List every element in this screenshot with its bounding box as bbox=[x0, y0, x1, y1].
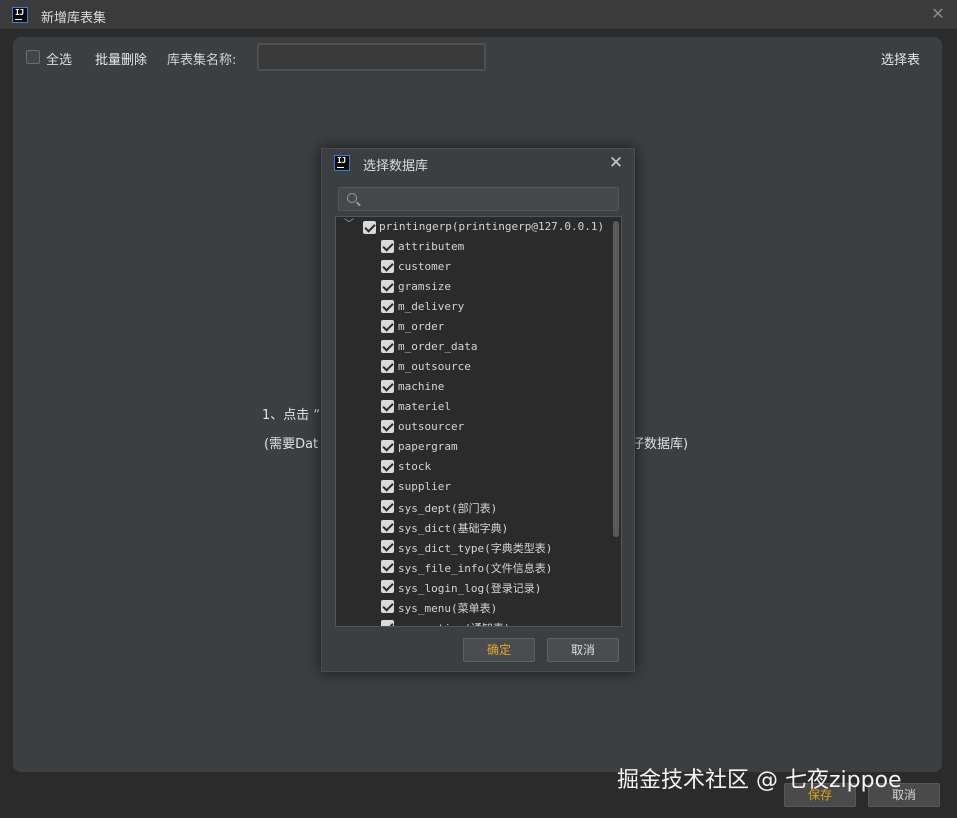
intellij-logo-icon bbox=[12, 7, 28, 23]
hint-line-2-right: 仔数据库) bbox=[631, 437, 689, 452]
table-list-item[interactable]: outsourcer bbox=[336, 417, 621, 437]
table-checkbox[interactable] bbox=[381, 540, 394, 553]
table-checkbox[interactable] bbox=[381, 420, 394, 433]
table-list: attributem customer gramsize m_delivery m_or… bbox=[336, 237, 621, 626]
watermark-text: 掘金技术社区 @ 七夜zippoe bbox=[617, 768, 902, 793]
table-list-item[interactable]: m_order_data bbox=[336, 337, 621, 357]
table-label: attributem bbox=[398, 240, 465, 253]
select-all-label[interactable]: 全选 bbox=[46, 49, 72, 68]
table-label: sys_dict_type(字典类型表) bbox=[398, 542, 553, 555]
table-list-item[interactable]: sys_file_info(文件信息表) bbox=[336, 557, 621, 577]
table-list-item[interactable]: machine bbox=[336, 377, 621, 397]
table-checkbox[interactable] bbox=[381, 460, 394, 473]
dialog-title: 选择数据库 bbox=[363, 159, 429, 174]
table-list-item[interactable]: customer bbox=[336, 257, 621, 277]
window-close-icon[interactable]: ✕ bbox=[929, 5, 947, 23]
table-label: supplier bbox=[398, 480, 451, 493]
tree-scrollbar[interactable] bbox=[613, 221, 619, 537]
table-label: m_delivery bbox=[398, 300, 465, 313]
table-label: m_order_data bbox=[398, 340, 478, 353]
table-list-item[interactable]: sys_dict_type(字典类型表) bbox=[336, 537, 621, 557]
table-checkbox[interactable] bbox=[381, 500, 394, 513]
tree-root-node[interactable]: ﹀ printingerp(printingerp@127.0.0.1) bbox=[336, 217, 621, 237]
table-checkbox[interactable] bbox=[381, 520, 394, 533]
table-label: sys_notice(通知表) bbox=[398, 620, 510, 626]
table-checkbox[interactable] bbox=[381, 620, 394, 626]
table-label: sys_login_log(登录记录) bbox=[398, 582, 542, 595]
table-list-item[interactable]: supplier bbox=[336, 477, 621, 497]
table-checkbox[interactable] bbox=[381, 560, 394, 573]
dialog-close-icon[interactable]: ✕ bbox=[606, 153, 626, 173]
table-checkbox[interactable] bbox=[381, 480, 394, 493]
table-checkbox[interactable] bbox=[381, 300, 394, 313]
table-label: machine bbox=[398, 380, 445, 393]
select-table-button[interactable]: 选择表 bbox=[881, 49, 920, 68]
table-label: papergram bbox=[398, 440, 458, 453]
root-label: printingerp(printingerp@127.0.0.1) bbox=[379, 220, 605, 233]
table-list-item[interactable]: m_outsource bbox=[336, 357, 621, 377]
window-titlebar: 新增库表集 ✕ bbox=[0, 0, 957, 30]
toolbar: 全选 批量删除 库表集名称: 选择表 bbox=[13, 37, 942, 77]
select-all-checkbox[interactable] bbox=[26, 50, 40, 64]
table-checkbox[interactable] bbox=[381, 580, 394, 593]
database-tree[interactable]: ﹀ printingerp(printingerp@127.0.0.1) att… bbox=[335, 216, 622, 627]
dialog-cancel-button[interactable]: 取消 bbox=[547, 638, 619, 662]
table-label: m_order bbox=[398, 320, 445, 333]
table-checkbox[interactable] bbox=[381, 340, 394, 353]
table-list-item[interactable]: papergram bbox=[336, 437, 621, 457]
table-checkbox[interactable] bbox=[381, 400, 394, 413]
table-list-item[interactable]: sys_dept(部门表) bbox=[336, 497, 621, 517]
window-title: 新增库表集 bbox=[41, 11, 107, 26]
table-checkbox[interactable] bbox=[381, 360, 394, 373]
hint-line-2-left: (需要Dat bbox=[264, 437, 319, 452]
table-list-item[interactable]: m_order bbox=[336, 317, 621, 337]
table-label: sys_dept(部门表) bbox=[398, 502, 498, 515]
table-label: stock bbox=[398, 460, 432, 473]
table-label: sys_file_info(文件信息表) bbox=[398, 562, 553, 575]
table-checkbox[interactable] bbox=[381, 260, 394, 273]
table-label: outsourcer bbox=[398, 420, 465, 433]
intellij-logo-icon bbox=[334, 155, 350, 171]
table-list-item[interactable]: stock bbox=[336, 457, 621, 477]
table-list-item[interactable]: materiel bbox=[336, 397, 621, 417]
table-label: sys_menu(菜单表) bbox=[398, 602, 498, 615]
table-checkbox[interactable] bbox=[381, 440, 394, 453]
table-checkbox[interactable] bbox=[381, 280, 394, 293]
table-checkbox[interactable] bbox=[381, 380, 394, 393]
table-checkbox[interactable] bbox=[381, 600, 394, 613]
table-list-item[interactable]: sys_menu(菜单表) bbox=[336, 597, 621, 617]
dialog-titlebar: 选择数据库 ✕ bbox=[322, 149, 634, 179]
table-list-item[interactable]: m_delivery bbox=[336, 297, 621, 317]
table-list-item[interactable]: sys_dict(基础字典) bbox=[336, 517, 621, 537]
chevron-down-icon[interactable]: ﹀ bbox=[344, 220, 354, 230]
select-database-dialog: 选择数据库 ✕ ﹀ printingerp(printingerp@127.0.… bbox=[321, 148, 635, 672]
table-label: customer bbox=[398, 260, 451, 273]
table-label: materiel bbox=[398, 400, 451, 413]
search-icon bbox=[347, 193, 357, 203]
batch-delete-button[interactable]: 批量删除 bbox=[95, 49, 147, 68]
set-name-label: 库表集名称: bbox=[167, 53, 237, 68]
table-label: m_outsource bbox=[398, 360, 471, 373]
table-list-item[interactable]: gramsize bbox=[336, 277, 621, 297]
ok-button[interactable]: 确定 bbox=[463, 638, 535, 662]
table-label: gramsize bbox=[398, 280, 451, 293]
set-name-input[interactable] bbox=[257, 43, 486, 71]
table-list-item[interactable]: sys_login_log(登录记录) bbox=[336, 577, 621, 597]
table-label: sys_dict(基础字典) bbox=[398, 522, 509, 535]
table-checkbox[interactable] bbox=[381, 320, 394, 333]
root-checkbox[interactable] bbox=[363, 221, 376, 234]
table-list-item[interactable]: sys_notice(通知表) bbox=[336, 617, 621, 626]
table-checkbox[interactable] bbox=[381, 240, 394, 253]
search-input[interactable] bbox=[338, 187, 619, 211]
table-list-item[interactable]: attributem bbox=[336, 237, 621, 257]
hint-line-1: 1、点击 “ bbox=[262, 408, 321, 423]
